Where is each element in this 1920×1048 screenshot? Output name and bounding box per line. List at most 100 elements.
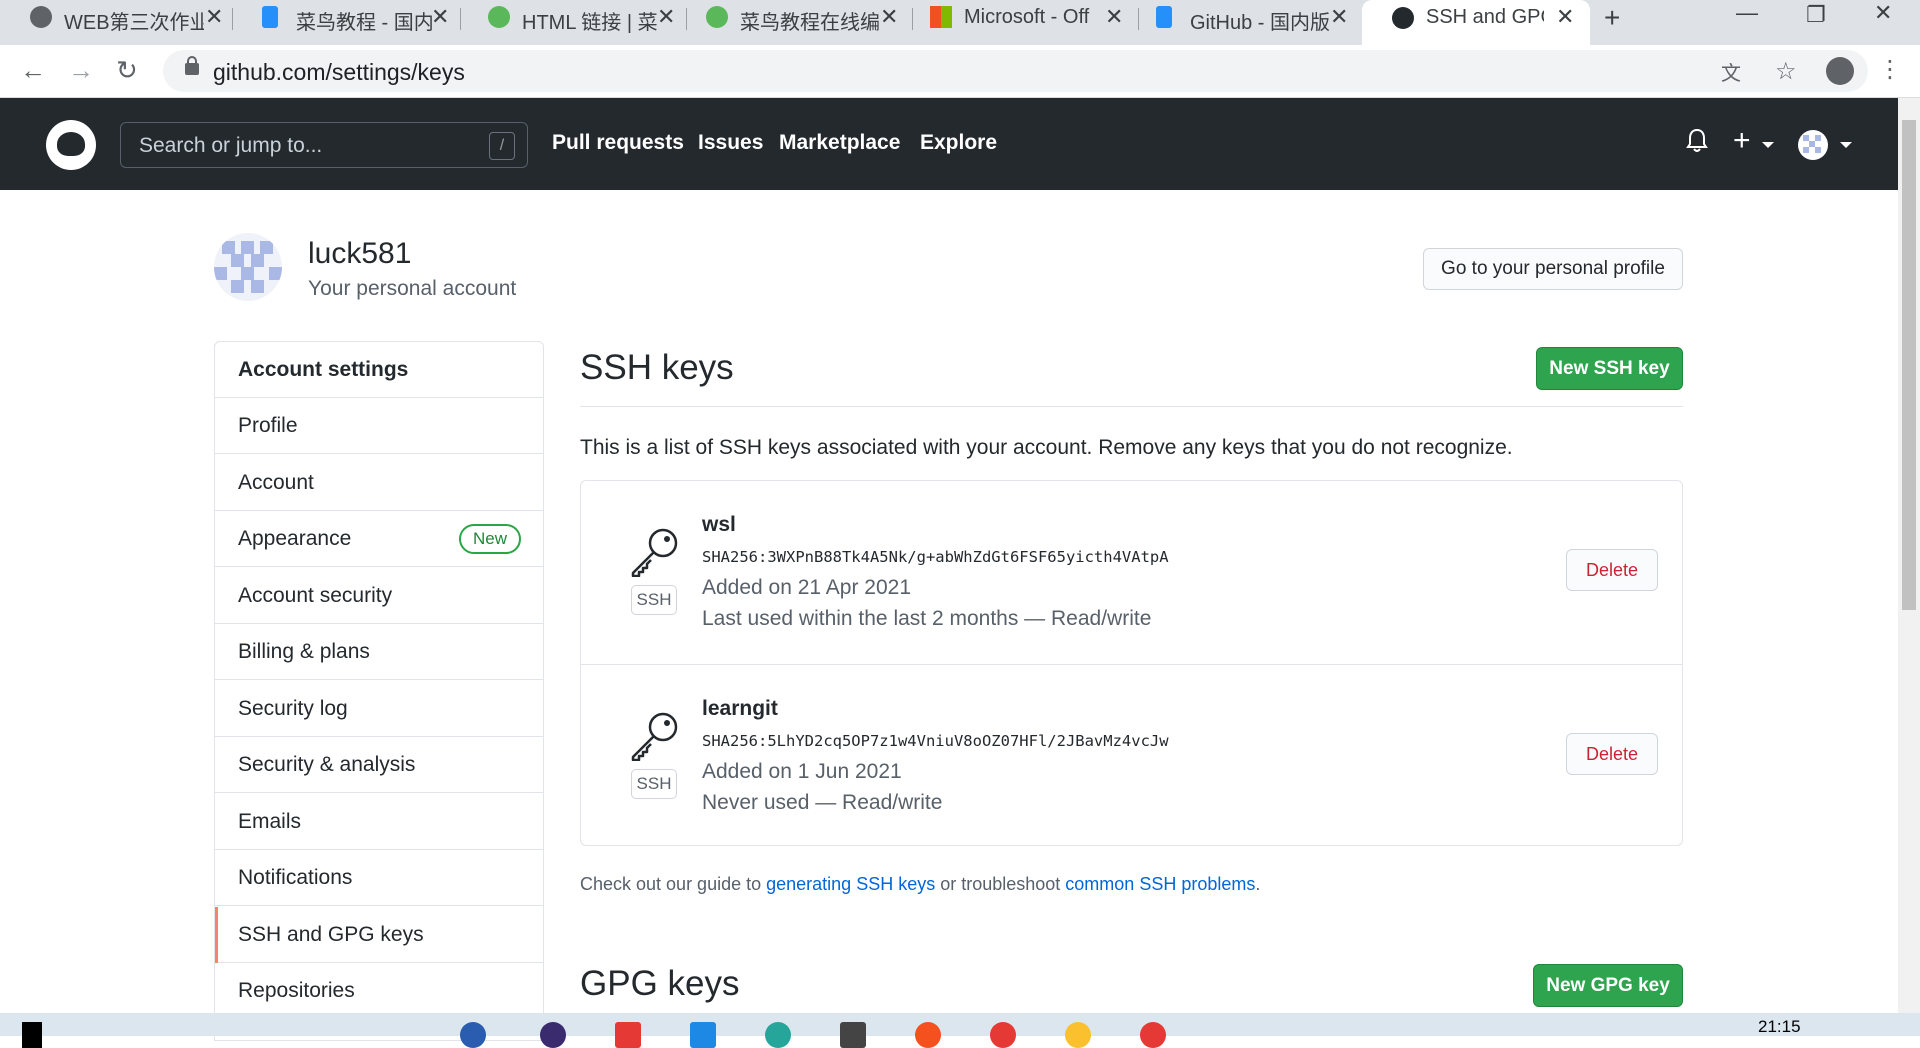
generating-ssh-keys-link[interactable]: generating SSH keys <box>766 874 935 894</box>
new-tab-button[interactable]: + <box>1604 2 1620 34</box>
sidebar-item-billing[interactable]: Billing & plans <box>215 624 543 680</box>
username[interactable]: luck581 <box>308 237 411 271</box>
restore-icon[interactable]: ❐ <box>1806 2 1826 28</box>
sidebar-item-security-log[interactable]: Security log <box>215 681 543 737</box>
taskbar-app-icon[interactable] <box>990 1022 1016 1048</box>
new-ssh-key-button[interactable]: New SSH key <box>1536 347 1683 390</box>
reload-icon[interactable]: ↻ <box>116 55 138 86</box>
close-icon[interactable]: ✕ <box>205 4 223 30</box>
sidebar-item-ssh-gpg-keys[interactable]: SSH and GPG keys <box>215 907 543 963</box>
star-icon[interactable]: ☆ <box>1775 57 1797 86</box>
page-scrollbar[interactable] <box>1898 98 1920 1013</box>
close-icon[interactable]: ✕ <box>1105 4 1123 30</box>
avatar[interactable] <box>1798 130 1828 160</box>
github-header: Search or jump to... / Pull requests Iss… <box>0 98 1898 190</box>
browser-tab[interactable]: 菜鸟教程在线编 ✕ <box>676 0 904 36</box>
nav-explore[interactable]: Explore <box>920 131 997 155</box>
close-window-icon[interactable]: ✕ <box>1874 0 1892 26</box>
bing-icon <box>1156 6 1172 28</box>
browser-tab-strip: WEB第三次作业 ✕ 菜鸟教程 - 国内 ✕ HTML 链接 | 菜 ✕ 菜鸟教… <box>0 0 1920 45</box>
microsoft-icon <box>930 6 952 28</box>
menu-icon[interactable]: ⋮ <box>1878 55 1902 84</box>
taskbar-app-icon[interactable] <box>840 1022 866 1048</box>
nav-pull-requests[interactable]: Pull requests <box>552 131 684 155</box>
taskbar-app-icon[interactable] <box>615 1022 641 1048</box>
sidebar-item-security-analysis[interactable]: Security & analysis <box>215 737 543 793</box>
sidebar-item-repositories[interactable]: Repositories <box>215 963 543 1019</box>
translate-icon[interactable]: 文 <box>1721 57 1741 86</box>
windows-taskbar: 21:15 <box>0 1013 1920 1048</box>
profile-icon[interactable] <box>1826 57 1854 85</box>
key-last-used: Never used — Read/write <box>702 791 943 814</box>
sidebar-item-appearance[interactable]: Appearance New <box>215 511 543 567</box>
ssh-key-list: SSH wsl SHA256:3WXPnB88Tk4A5Nk/g+abWhZdG… <box>580 480 1683 846</box>
key-icon <box>631 528 678 577</box>
sidebar-item-emails[interactable]: Emails <box>215 794 543 850</box>
close-icon[interactable]: ✕ <box>880 4 898 30</box>
taskbar-app-icon[interactable] <box>915 1022 941 1048</box>
browser-tab[interactable]: GitHub - 国内版 ✕ <box>1126 0 1354 36</box>
vscode-icon[interactable] <box>690 1022 716 1048</box>
taskbar-app-icon[interactable] <box>540 1022 566 1048</box>
back-icon[interactable]: ← <box>20 55 46 86</box>
go-to-profile-button[interactable]: Go to your personal profile <box>1423 248 1683 290</box>
omnibox[interactable]: github.com/settings/keys 文 ☆ <box>163 50 1868 92</box>
scrollbar-thumb[interactable] <box>1902 120 1916 610</box>
gpg-keys-heading: GPG keys <box>580 964 740 1003</box>
key-last-used: Last used within the last 2 months — Rea… <box>702 607 1152 630</box>
search-placeholder: Search or jump to... <box>139 134 323 157</box>
nav-issues[interactable]: Issues <box>698 131 763 155</box>
taskbar-app-icon[interactable] <box>1140 1022 1166 1048</box>
slash-shortcut-badge: / <box>489 132 515 160</box>
chevron-down-icon[interactable] <box>1762 142 1774 148</box>
key-icon <box>631 712 678 761</box>
close-icon[interactable]: ✕ <box>1330 4 1348 30</box>
create-new-icon[interactable]: + <box>1733 124 1751 158</box>
delete-key-button[interactable]: Delete <box>1566 733 1658 775</box>
close-icon[interactable]: ✕ <box>1556 4 1574 30</box>
browser-tab[interactable]: 菜鸟教程 - 国内 ✕ <box>232 0 460 36</box>
ssh-type-label: SSH <box>631 769 677 799</box>
key-fingerprint: SHA256:5LhYD2cq5OP7z1w4VniuV8oOZ07HFl/2J… <box>702 732 1169 750</box>
sidebar-heading: Account settings <box>215 342 543 398</box>
search-input[interactable]: Search or jump to... / <box>120 122 528 168</box>
chevron-down-icon[interactable] <box>1840 142 1852 148</box>
browser-tab[interactable]: HTML 链接 | 菜 ✕ <box>458 0 686 36</box>
key-name: learngit <box>702 697 778 720</box>
minimize-icon[interactable]: — <box>1736 0 1758 26</box>
url-text[interactable]: github.com/settings/keys <box>213 59 465 86</box>
chrome-icon[interactable] <box>1065 1022 1091 1048</box>
user-avatar[interactable] <box>214 233 282 301</box>
ssh-description: This is a list of SSH keys associated wi… <box>580 436 1513 459</box>
runoob-icon <box>488 6 510 28</box>
common-ssh-problems-link[interactable]: common SSH problems <box>1065 874 1255 894</box>
browser-tab[interactable]: Microsoft - Off ✕ <box>900 0 1128 36</box>
new-gpg-key-button[interactable]: New GPG key <box>1533 964 1683 1007</box>
bell-icon[interactable] <box>1686 128 1708 154</box>
close-icon[interactable]: ✕ <box>431 4 449 30</box>
close-icon[interactable]: ✕ <box>657 4 675 30</box>
ssh-type-label: SSH <box>631 585 677 615</box>
github-logo-icon[interactable] <box>46 120 96 170</box>
sidebar-item-account[interactable]: Account <box>215 455 543 511</box>
nav-marketplace[interactable]: Marketplace <box>779 131 900 155</box>
tab-title: SSH and GPG k <box>1426 6 1544 28</box>
clock[interactable]: 21:15 <box>1758 1017 1801 1037</box>
forward-icon[interactable]: → <box>68 55 94 86</box>
ssh-key-item: SSH learngit SHA256:5LhYD2cq5OP7z1w4Vniu… <box>581 664 1682 847</box>
tab-title: WEB第三次作业 <box>64 12 204 34</box>
edge-icon[interactable] <box>765 1022 791 1048</box>
sidebar-item-account-security[interactable]: Account security <box>215 568 543 624</box>
sidebar-item-notifications[interactable]: Notifications <box>215 850 543 906</box>
browser-tab-active[interactable]: SSH and GPG k ✕ <box>1362 0 1590 45</box>
ssh-keys-heading: SSH keys <box>580 348 734 387</box>
sidebar-item-profile[interactable]: Profile <box>215 398 543 454</box>
browser-tab[interactable]: WEB第三次作业 ✕ <box>0 0 228 36</box>
taskbar-app-icon[interactable] <box>460 1022 486 1048</box>
start-icon[interactable] <box>22 1022 42 1048</box>
bing-icon <box>262 6 278 28</box>
delete-key-button[interactable]: Delete <box>1566 549 1658 591</box>
ssh-key-item: SSH wsl SHA256:3WXPnB88Tk4A5Nk/g+abWhZdG… <box>581 481 1682 664</box>
tab-title: 菜鸟教程 - 国内 <box>296 12 434 34</box>
tab-title: HTML 链接 | 菜 <box>522 12 658 34</box>
